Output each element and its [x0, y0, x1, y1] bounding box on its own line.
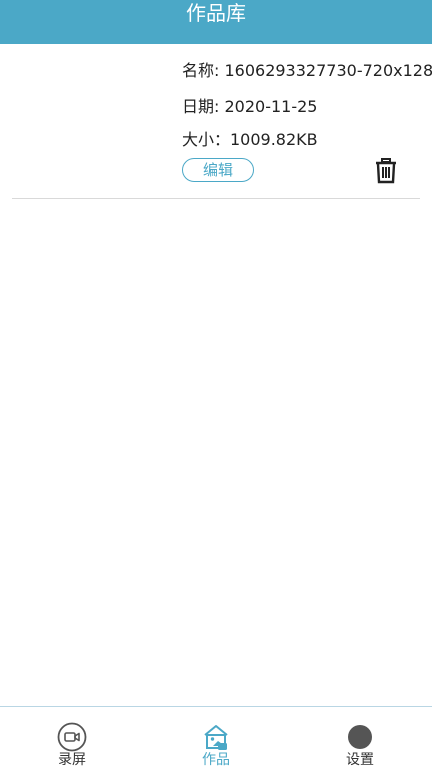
- tab-settings-label: 设置: [346, 752, 374, 768]
- tab-settings[interactable]: 设置: [288, 707, 432, 769]
- bottom-navigation: 录屏 作品 设置: [0, 706, 432, 769]
- tab-record[interactable]: 录屏: [0, 707, 144, 769]
- work-date: 日期: 2020-11-25: [182, 97, 318, 116]
- tab-record-label: 录屏: [58, 752, 86, 768]
- tab-works-label: 作品: [202, 752, 230, 768]
- delete-button[interactable]: [374, 158, 398, 184]
- work-thumbnail[interactable]: [12, 54, 172, 184]
- work-size: 大小：1009.82KB: [182, 130, 318, 149]
- edit-button[interactable]: 编辑: [182, 158, 254, 182]
- tab-works[interactable]: 作品: [144, 707, 288, 769]
- header-bar: 作品库: [0, 0, 432, 44]
- page-title: 作品库: [186, 1, 246, 25]
- video-camera-icon: [57, 722, 87, 752]
- trash-icon: [376, 158, 396, 184]
- work-item[interactable]: 名称: 1606293327730-720x128 日期: 2020-11-25…: [12, 44, 432, 199]
- gallery-folder-icon: [204, 725, 228, 750]
- work-name: 名称: 1606293327730-720x128: [182, 61, 432, 80]
- settings-dot-icon: [348, 725, 372, 749]
